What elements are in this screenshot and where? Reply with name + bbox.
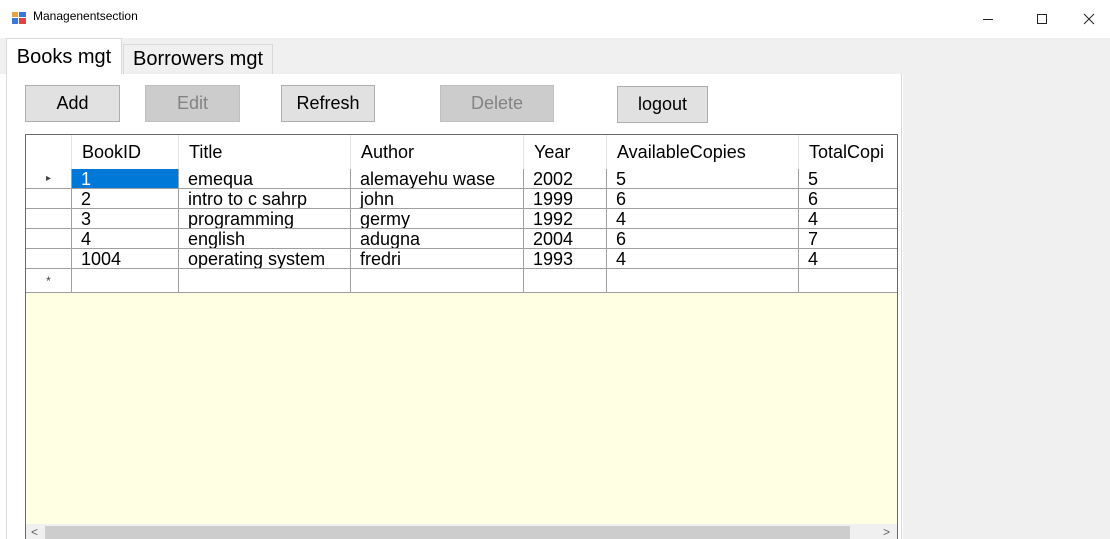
tab-borrowers-mgt[interactable]: Borrowers mgt xyxy=(123,44,273,74)
column-header-totalcopies[interactable]: TotalCopi xyxy=(799,135,897,169)
table-row[interactable]: 2 intro to c sahrp john 1999 6 6 xyxy=(26,189,897,209)
table-row[interactable]: ▸ 1 emequa alemayehu wase 2002 5 5 xyxy=(26,169,897,189)
cell-author[interactable]: adugna xyxy=(351,229,524,249)
horizontal-scrollbar[interactable]: < > xyxy=(26,524,897,539)
form-background xyxy=(903,38,1110,539)
grid-header: BookID Title Author Year AvailableCopies… xyxy=(26,135,897,170)
new-row-cell[interactable] xyxy=(351,269,524,293)
row-header[interactable] xyxy=(26,189,72,209)
column-header-title[interactable]: Title xyxy=(179,135,351,169)
cell-bookid[interactable]: 3 xyxy=(72,209,179,229)
cell-bookid[interactable]: 4 xyxy=(72,229,179,249)
window-title: Managenentsection xyxy=(33,9,138,23)
column-header-availablecopies[interactable]: AvailableCopies xyxy=(607,135,799,169)
cell-bookid[interactable]: 2 xyxy=(72,189,179,209)
cell-available-copies[interactable]: 4 xyxy=(607,249,799,269)
row-header[interactable] xyxy=(26,229,72,249)
new-row-cell[interactable] xyxy=(607,269,799,293)
table-row[interactable]: 1004 operating system fredri 1993 4 4 xyxy=(26,249,897,269)
column-header-bookid[interactable]: BookID xyxy=(72,135,179,169)
cell-title[interactable]: emequa xyxy=(179,169,351,189)
row-header[interactable]: ▸ xyxy=(26,169,72,189)
cell-total-copies[interactable]: 4 xyxy=(799,249,897,269)
scroll-left-arrow-icon[interactable]: < xyxy=(26,524,43,539)
cell-total-copies[interactable]: 4 xyxy=(799,209,897,229)
cell-title[interactable]: programming xyxy=(179,209,351,229)
cell-title[interactable]: intro to c sahrp xyxy=(179,189,351,209)
minimize-icon xyxy=(983,19,993,20)
cell-bookid[interactable]: 1004 xyxy=(72,249,179,269)
table-row[interactable]: 4 english adugna 2004 6 7 xyxy=(26,229,897,249)
new-row-cell[interactable] xyxy=(524,269,607,293)
cell-author[interactable]: germy xyxy=(351,209,524,229)
logout-button[interactable]: logout xyxy=(617,86,708,123)
cell-title[interactable]: english xyxy=(179,229,351,249)
cell-year[interactable]: 1992 xyxy=(524,209,607,229)
cell-total-copies[interactable]: 6 xyxy=(799,189,897,209)
close-icon xyxy=(1083,13,1095,25)
refresh-button[interactable]: Refresh xyxy=(281,85,375,122)
new-row[interactable]: * xyxy=(26,269,897,293)
scrollbar-thumb[interactable] xyxy=(45,526,850,539)
maximize-icon xyxy=(1037,14,1047,24)
new-row-cell[interactable] xyxy=(799,269,897,293)
tab-books-mgt[interactable]: Books mgt xyxy=(6,38,122,75)
title-bar: Managenentsection xyxy=(0,0,1110,38)
cell-title[interactable]: operating system xyxy=(179,249,351,269)
column-header-year[interactable]: Year xyxy=(524,135,607,169)
cell-total-copies[interactable]: 7 xyxy=(799,229,897,249)
edit-button[interactable]: Edit xyxy=(145,85,240,122)
delete-button[interactable]: Delete xyxy=(440,85,554,122)
cell-bookid[interactable]: 1 xyxy=(72,169,179,189)
cell-author[interactable]: fredri xyxy=(351,249,524,269)
cell-author[interactable]: alemayehu wase xyxy=(351,169,524,189)
cell-author[interactable]: john xyxy=(351,189,524,209)
tab-strip: Borrowers mgt Books mgt xyxy=(0,38,903,75)
cell-total-copies[interactable]: 5 xyxy=(799,169,897,189)
scroll-right-arrow-icon[interactable]: > xyxy=(878,524,895,539)
cell-available-copies[interactable]: 4 xyxy=(607,209,799,229)
new-row-cell[interactable] xyxy=(72,269,179,293)
current-row-indicator-icon: ▸ xyxy=(45,172,52,184)
table-row[interactable]: 3 programming germy 1992 4 4 xyxy=(26,209,897,229)
cell-available-copies[interactable]: 6 xyxy=(607,189,799,209)
new-row-indicator-icon: * xyxy=(46,273,51,288)
minimize-button[interactable] xyxy=(965,4,1011,34)
row-header[interactable] xyxy=(26,209,72,229)
cell-year[interactable]: 1993 xyxy=(524,249,607,269)
new-row-cell[interactable] xyxy=(179,269,351,293)
cell-year[interactable]: 2002 xyxy=(524,169,607,189)
add-button[interactable]: Add xyxy=(25,85,120,122)
row-header-corner xyxy=(26,135,72,169)
cell-available-copies[interactable]: 6 xyxy=(607,229,799,249)
row-header[interactable] xyxy=(26,249,72,269)
close-button[interactable] xyxy=(1066,4,1110,34)
books-data-grid[interactable]: BookID Title Author Year AvailableCopies… xyxy=(25,134,898,539)
cell-year[interactable]: 1999 xyxy=(524,189,607,209)
cell-available-copies[interactable]: 5 xyxy=(607,169,799,189)
cell-year[interactable]: 2004 xyxy=(524,229,607,249)
app-icon xyxy=(12,12,26,24)
column-header-author[interactable]: Author xyxy=(351,135,524,169)
new-row-header[interactable]: * xyxy=(26,269,72,293)
maximize-button[interactable] xyxy=(1019,4,1065,34)
